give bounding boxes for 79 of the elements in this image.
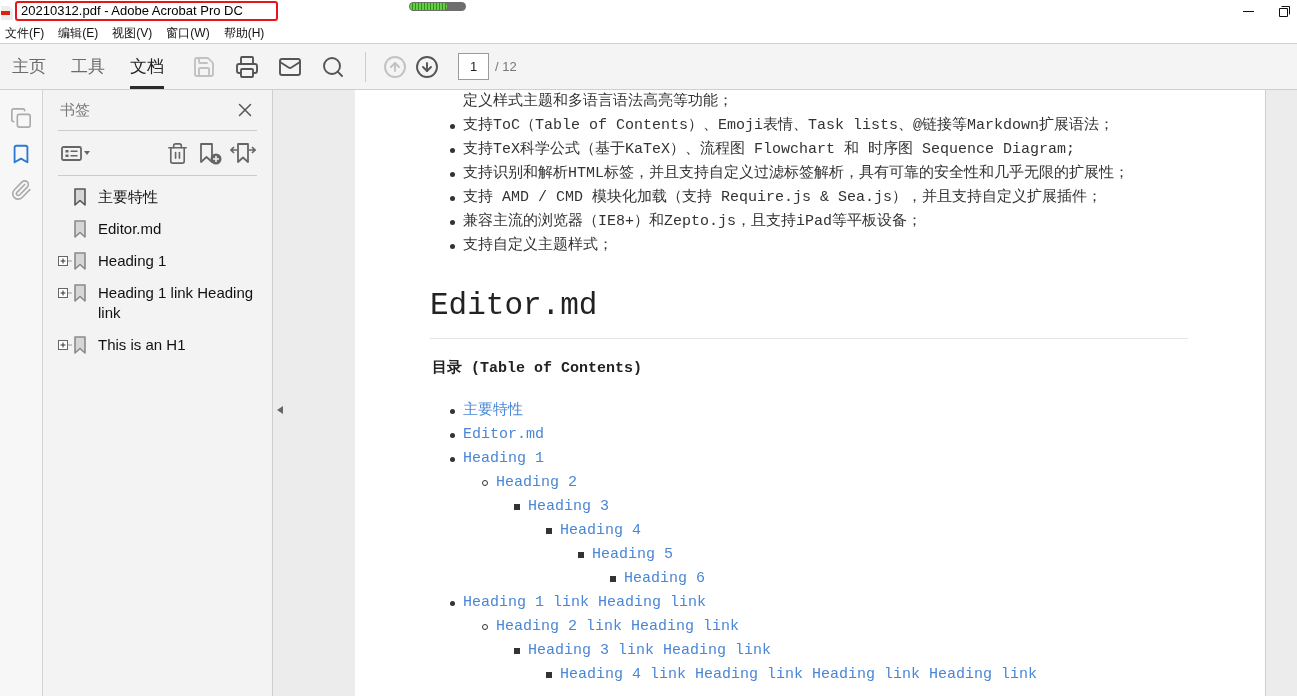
pages-icon — [10, 107, 32, 129]
trash-icon — [165, 141, 189, 165]
list-item-text: 支持ToC（Table of Contents）、Emoji表情、Task lists、@链接等Markdown扩展语法； — [463, 115, 1115, 136]
square-bullet-icon — [514, 648, 520, 654]
toc-link[interactable]: Heading 3 link Heading link — [528, 639, 772, 663]
search-icon — [321, 54, 345, 79]
bullet-icon — [450, 195, 455, 201]
list-icon — [61, 145, 82, 161]
bookmark-arrows-icon — [230, 142, 256, 164]
toc-link[interactable]: 主要特性 — [463, 399, 523, 423]
caret-icon — [84, 151, 90, 155]
pdf-file-icon — [1, 5, 13, 20]
restore-icon — [1278, 5, 1290, 17]
toc-link[interactable]: Heading 4 link Heading link Heading link Heading link — [560, 663, 1038, 687]
toc-link[interactable]: Heading 1 — [463, 447, 544, 471]
toc-link[interactable]: Heading 4 — [560, 519, 641, 543]
collapse-panel-button[interactable] — [277, 405, 283, 415]
bullet-icon — [450, 243, 455, 249]
square-bullet-icon — [578, 552, 584, 558]
panel-title: 书签 — [59, 99, 90, 120]
bookmark-icon — [74, 336, 86, 354]
toc-link[interactable]: Heading 3 — [528, 495, 609, 519]
save-icon — [192, 54, 216, 79]
square-bullet-icon — [514, 504, 520, 510]
arrow-up-circle-icon — [383, 54, 407, 79]
tab[interactable]: 主页 — [12, 44, 46, 89]
menu-item[interactable]: 编辑(E) — [57, 23, 100, 42]
menu-item[interactable]: 帮助(H) — [222, 23, 266, 42]
toc-link[interactable]: Heading 2 link Heading link — [496, 615, 740, 639]
toc-link[interactable]: Heading 2 — [496, 471, 577, 495]
bookmark-item[interactable]: Heading 1 link Heading link — [98, 283, 257, 323]
square-bullet-icon — [546, 528, 552, 534]
expand-toggle[interactable] — [58, 288, 72, 298]
bookmark-item[interactable]: Editor.md — [98, 219, 162, 239]
bookmark-icon — [74, 252, 86, 270]
paperclip-icon — [10, 179, 32, 201]
bookmark-plus-icon — [198, 141, 222, 165]
bullet-icon — [450, 600, 455, 606]
bookmark-icon — [74, 188, 86, 206]
square-bullet-icon — [610, 576, 616, 582]
list-item-text: 支持 AMD / CMD 模块化加载（支持 Require.js & Sea.js），并且支持自定义扩展插件； — [463, 187, 1103, 208]
toc-link[interactable]: Heading 1 link Heading link — [463, 591, 707, 615]
toc-link[interactable]: Heading 5 — [592, 543, 673, 567]
bookmark-icon — [74, 220, 86, 238]
bookmark-icon — [74, 284, 86, 302]
expand-toggle[interactable] — [58, 256, 72, 266]
bullet-icon — [450, 408, 455, 414]
tab[interactable]: 工具 — [71, 44, 105, 89]
toc-link[interactable]: Heading 6 — [624, 567, 705, 591]
menu-item[interactable]: 视图(V) — [111, 23, 154, 42]
printer-icon — [235, 54, 259, 79]
page-number-field[interactable]: 1 — [458, 53, 489, 80]
arrow-down-circle-icon — [415, 54, 439, 79]
document-heading: Editor.md — [430, 286, 1188, 339]
list-item-text: 兼容主流的浏览器（IE8+）和Zepto.js，且支持iPad等平板设备； — [463, 211, 923, 232]
list-item-text: 支持自定义主题样式； — [463, 235, 613, 256]
bookmark-item[interactable]: Heading 1 — [98, 251, 167, 271]
bullet-icon — [450, 432, 455, 438]
expand-toggle[interactable] — [58, 340, 72, 350]
bullet-icon — [450, 456, 455, 462]
menu-item[interactable]: 文件(F) — [4, 23, 46, 42]
bullet-icon — [450, 123, 455, 129]
square-bullet-icon — [546, 672, 552, 678]
list-item-text: 支持识别和解析HTML标签，并且支持自定义过滤标签解析，具有可靠的安全性和几乎无限的扩展性； — [463, 163, 1129, 184]
list-item-text: 支持TeX科学公式（基于KaTeX）、流程图 Flowchart 和 时序图 Sequence Diagram; — [463, 139, 1076, 160]
options-button[interactable] — [61, 145, 90, 161]
bookmark-item[interactable]: 主要特性 — [98, 187, 158, 207]
bookmark-item[interactable]: This is an H1 — [98, 335, 186, 355]
menu-item[interactable]: 窗口(W) — [165, 23, 211, 42]
paragraph-text: 定义样式主题和多语言语法高亮等功能； — [463, 91, 734, 112]
minimize-icon — [1242, 10, 1254, 12]
window-title: 20210312.pdf - Adobe Acrobat Pro DC — [15, 1, 278, 21]
bullet-icon — [450, 219, 455, 225]
bullet-icon — [450, 147, 455, 153]
toc-title: 目录 (Table of Contents) — [431, 358, 644, 379]
toc-link[interactable]: Editor.md — [463, 423, 544, 447]
page-count: / 12 — [495, 57, 517, 76]
bullet-icon — [450, 171, 455, 177]
triangle-left-icon — [277, 406, 283, 414]
